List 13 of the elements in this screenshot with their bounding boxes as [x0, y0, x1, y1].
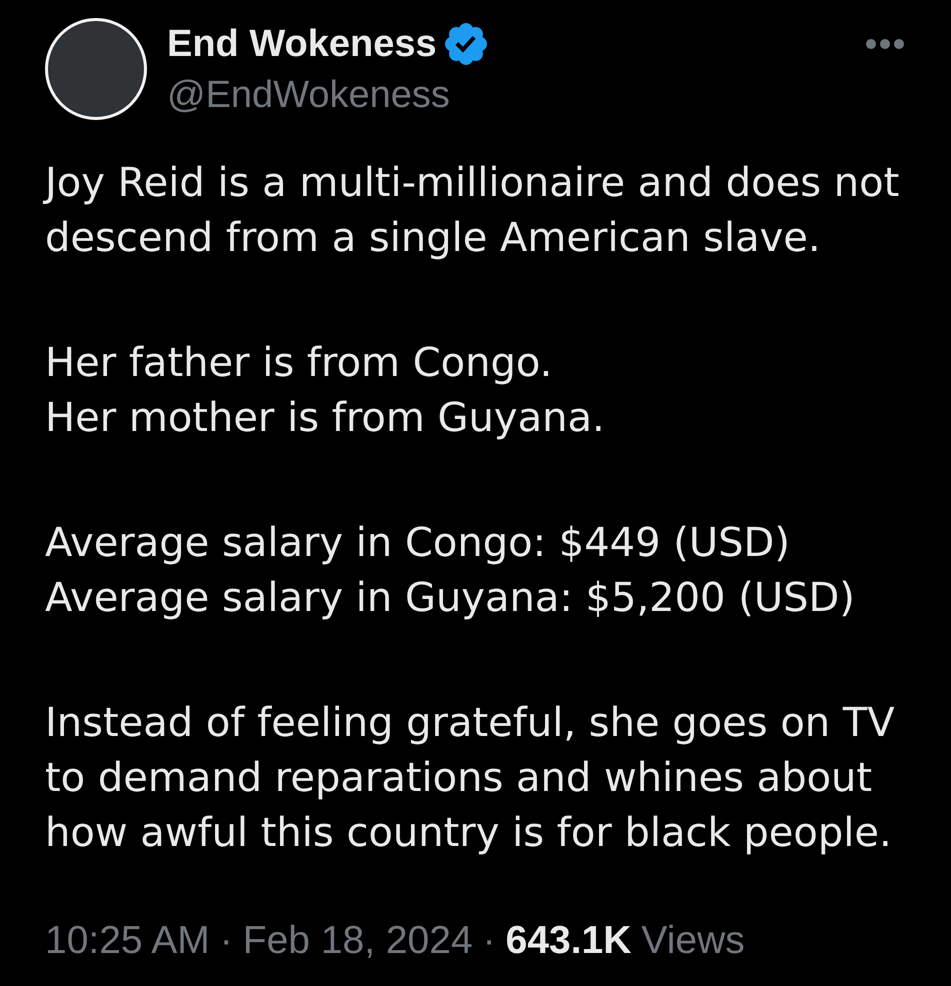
- user-handle[interactable]: @EndWokeness: [167, 73, 487, 117]
- separator-dot: ·: [220, 918, 233, 964]
- post-paragraph: Her father is from Congo. Her mother is from Guyana.: [45, 339, 606, 443]
- views-label: Views: [641, 918, 745, 964]
- post-time[interactable]: 10:25 AM: [45, 917, 210, 965]
- post-paragraph: Joy Reid is a multi-millionaire and does not descend from a single American slave.: [45, 159, 900, 263]
- view-count: 643.1K: [506, 918, 632, 964]
- more-options-icon[interactable]: [865, 38, 905, 50]
- separator-dot: ·: [482, 918, 496, 964]
- display-name[interactable]: End Wokeness: [167, 22, 437, 66]
- post-paragraph: Instead of feeling grateful, she goes on TV to demand reparations and whines about how awful this country is for black people.: [45, 699, 896, 858]
- post-date[interactable]: Feb 18, 2024: [242, 917, 473, 965]
- post-paragraph: Average salary in Congo: $449 (USD) Average salary in Guyana: $5,200 (USD): [45, 519, 856, 623]
